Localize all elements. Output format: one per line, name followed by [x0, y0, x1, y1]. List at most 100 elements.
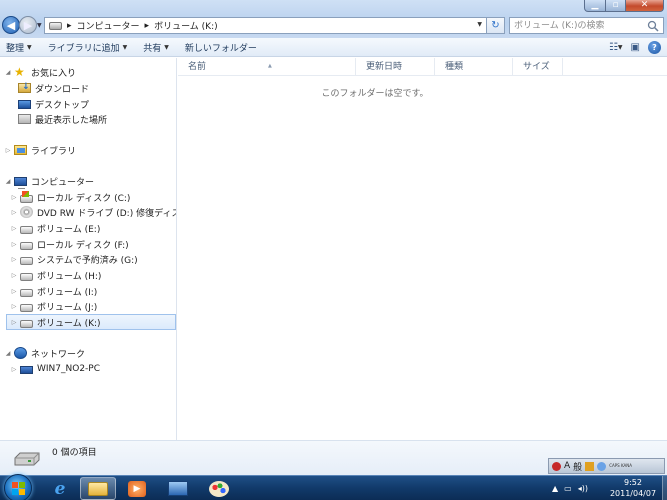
nav-drive-selected[interactable]: ▷ ボリューム (K:) [6, 314, 176, 330]
add-to-library-label: ライブラリに追加 [47, 43, 120, 54]
nav-drive[interactable]: ▷ ローカル ディスク (C:) [10, 189, 130, 205]
clock-date: 2011/04/07 [609, 489, 657, 498]
caption-buttons: ▁ ▫ ✕ [584, 0, 664, 12]
media-player-icon: ▶ [128, 480, 146, 497]
nav-drive[interactable]: ▷ ボリューム (H:) [10, 267, 102, 283]
ime-tools-icon[interactable] [585, 461, 595, 471]
address-bar[interactable]: ▸ コンピューター ▸ ボリューム (K:) ▼ [44, 17, 487, 34]
expanded-arrow-icon[interactable]: ◢ [4, 350, 12, 357]
organize-button[interactable]: 整理 ▼ [6, 41, 32, 54]
add-to-library-button[interactable]: ライブラリに追加 ▼ [48, 41, 128, 54]
column-header-modified[interactable]: 更新日時 [356, 58, 435, 76]
ime-language-bar[interactable]: A 般 CAPS KANA [548, 458, 665, 474]
collapsed-arrow-icon[interactable]: ▷ [10, 272, 18, 279]
collapsed-arrow-icon[interactable]: ▷ [4, 147, 12, 154]
volume-icon[interactable]: ◂)) [578, 484, 588, 493]
refresh-icon: ↻ [491, 20, 500, 31]
address-separator[interactable]: ▸ [67, 21, 72, 31]
nav-drive-label: DVD RW ドライブ (D:) 修復ディスク W [37, 208, 176, 219]
collapsed-arrow-icon[interactable]: ▷ [10, 194, 18, 201]
maximize-button[interactable]: ▫ [606, 0, 626, 12]
collapsed-arrow-icon[interactable]: ▷ [10, 256, 18, 263]
internet-explorer-icon: e [54, 478, 66, 499]
address-separator[interactable]: ▸ [145, 21, 150, 31]
minimize-button[interactable]: ▁ [584, 0, 606, 12]
recent-pages-button[interactable]: ▼ [37, 22, 42, 29]
share-button[interactable]: 共有 ▼ [143, 41, 169, 54]
nav-item-label: 最近表示した場所 [35, 115, 108, 126]
nav-drive[interactable]: ▷ システムで予約済み (G:) [10, 251, 138, 267]
ime-kana-mode[interactable]: 般 [573, 460, 582, 473]
nav-computer[interactable]: ◢ コンピューター [4, 173, 94, 189]
list-view-icon: ☷ [608, 41, 618, 53]
nav-drive[interactable]: ▷ ローカル ディスク (F:) [10, 236, 129, 252]
show-hidden-icons-button[interactable]: ▲ [552, 484, 558, 493]
nav-favorites[interactable]: ◢ ★ お気に入り [4, 64, 76, 80]
system-drive-icon [20, 190, 33, 203]
nav-drive[interactable]: ▷ ボリューム (I:) [10, 283, 98, 299]
collapsed-arrow-icon[interactable]: ▷ [10, 209, 18, 216]
column-header-size[interactable]: サイズ [513, 58, 563, 76]
nav-libraries-label: ライブラリ [31, 146, 77, 157]
taskbar-media-player[interactable]: ▶ [119, 477, 155, 500]
expanded-arrow-icon[interactable]: ◢ [4, 178, 12, 185]
preview-pane-button[interactable]: ▣ [631, 40, 640, 54]
taskbar-paint[interactable] [201, 477, 237, 500]
ime-caps-kana: CAPS KANA [609, 463, 632, 468]
nav-drive[interactable]: ▷ DVD RW ドライブ (D:) 修復ディスク W [10, 204, 176, 220]
collapsed-arrow-icon[interactable]: ▷ [10, 225, 18, 232]
drive-icon [20, 319, 33, 328]
clock[interactable]: 9:52 2011/04/07 [604, 477, 662, 499]
column-header-type[interactable]: 種類 [435, 58, 513, 76]
ime-help-icon[interactable] [597, 461, 607, 471]
close-button[interactable]: ✕ [626, 0, 664, 12]
taskbar-internet-explorer[interactable]: e [42, 477, 78, 500]
file-list[interactable]: 名前 ▲ 更新日時 種類 サイズ このフォルダーは空です。 [178, 58, 667, 440]
nav-drive-label: ボリューム (E:) [37, 224, 101, 235]
new-folder-label: 新しいフォルダー [184, 43, 257, 54]
ime-input-mode[interactable]: A [564, 461, 570, 471]
nav-favorite-item[interactable]: デスクトップ [16, 96, 89, 112]
nav-drive[interactable]: ▷ ボリューム (J:) [10, 298, 98, 314]
paint-icon [209, 480, 229, 497]
collapsed-arrow-icon[interactable]: ▷ [10, 241, 18, 248]
address-dropdown-icon[interactable]: ▼ [477, 21, 482, 28]
nav-favorite-item[interactable]: 最近表示した場所 [16, 111, 107, 127]
nav-favorite-item[interactable]: ダウンロード [16, 80, 89, 96]
downloads-folder-icon [18, 82, 31, 93]
nav-network-pc-label: WIN7_NO2-PC [37, 364, 101, 374]
column-size-label: サイズ [523, 62, 550, 72]
view-mode-button[interactable]: ☷ ▼ [609, 40, 623, 54]
item-count: 0 個の項目 [52, 448, 97, 458]
breadcrumb-computer[interactable]: コンピューター [77, 19, 140, 32]
desktop-icon [18, 100, 31, 109]
refresh-button[interactable]: ↻ [487, 17, 505, 34]
nav-drive-label: ローカル ディスク (C:) [37, 193, 131, 204]
back-button[interactable]: ◀ [2, 16, 20, 34]
column-header-name[interactable]: 名前 ▲ [178, 58, 356, 76]
collapsed-arrow-icon[interactable]: ▷ [10, 288, 18, 295]
collapsed-arrow-icon[interactable]: ▷ [10, 366, 18, 373]
new-folder-button[interactable]: 新しいフォルダー [185, 41, 257, 54]
show-desktop-button[interactable] [662, 476, 667, 500]
expanded-arrow-icon[interactable]: ◢ [4, 69, 12, 76]
nav-libraries[interactable]: ▷ ライブラリ [4, 142, 76, 158]
forward-button[interactable]: ▶ [19, 16, 37, 34]
drive-icon [20, 303, 33, 312]
nav-network-pc[interactable]: ▷ WIN7_NO2-PC [10, 361, 100, 377]
start-button[interactable] [4, 474, 32, 500]
search-input[interactable]: ボリューム (K:)の検索 [509, 17, 664, 34]
network-tray-icon[interactable]: ▭ [564, 484, 572, 493]
explorer-window: ▁ ▫ ✕ ◀ ▶ ▼ ▸ コンピューター ▸ ボリューム (K:) ▼ ↻ ボ… [0, 0, 667, 475]
collapsed-arrow-icon[interactable]: ▷ [10, 303, 18, 310]
taskbar-remote-desktop[interactable] [160, 477, 196, 500]
preview-pane-icon: ▣ [630, 41, 640, 53]
title-bar: ▁ ▫ ✕ ◀ ▶ ▼ ▸ コンピューター ▸ ボリューム (K:) ▼ ↻ ボ… [0, 0, 667, 38]
drive-icon [49, 21, 62, 30]
nav-network[interactable]: ◢ ネットワーク [4, 345, 85, 361]
nav-drive[interactable]: ▷ ボリューム (E:) [10, 220, 101, 236]
breadcrumb-volume-k[interactable]: ボリューム (K:) [154, 19, 218, 32]
collapsed-arrow-icon[interactable]: ▷ [10, 319, 18, 326]
taskbar-explorer[interactable] [80, 477, 116, 500]
help-icon[interactable]: ? [648, 40, 661, 54]
